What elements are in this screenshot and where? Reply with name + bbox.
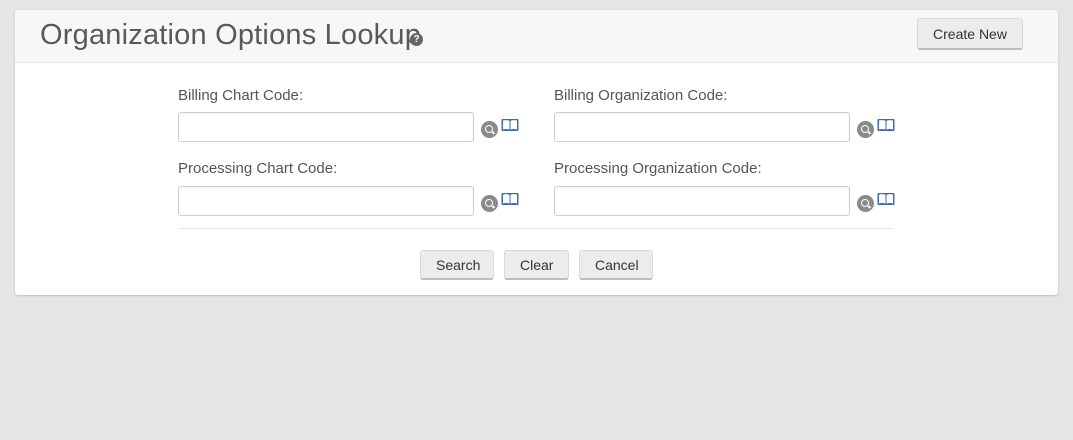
processing-organization-code-book-icon[interactable] (877, 192, 895, 206)
search-button[interactable]: Search (420, 250, 494, 280)
billing-organization-code-search-icon[interactable] (857, 121, 874, 138)
lookup-panel: Organization Options Lookup ? Create New… (15, 10, 1058, 295)
help-icon[interactable]: ? (410, 33, 423, 46)
processing-organization-code-search-icon[interactable] (857, 195, 874, 212)
processing-chart-code-book-icon[interactable] (501, 192, 519, 206)
processing-chart-code-search-icon[interactable] (481, 195, 498, 212)
processing-chart-code-input[interactable] (178, 186, 474, 216)
form-divider (178, 228, 894, 229)
billing-chart-code-search-icon[interactable] (481, 121, 498, 138)
billing-chart-code-input[interactable] (178, 112, 474, 142)
panel-header: Organization Options Lookup ? Create New (15, 10, 1058, 63)
clear-button[interactable]: Clear (504, 250, 569, 280)
billing-chart-code-label: Billing Chart Code: (178, 87, 304, 104)
processing-organization-code-label: Processing Organization Code: (554, 160, 762, 177)
processing-organization-code-input[interactable] (554, 186, 850, 216)
billing-organization-code-book-icon[interactable] (877, 118, 895, 132)
processing-chart-code-label: Processing Chart Code: (178, 160, 338, 177)
create-new-button[interactable]: Create New (917, 18, 1023, 50)
page-title: Organization Options Lookup (40, 19, 422, 51)
billing-chart-code-book-icon[interactable] (501, 118, 519, 132)
billing-organization-code-label: Billing Organization Code: (554, 87, 728, 104)
billing-organization-code-input[interactable] (554, 112, 850, 142)
cancel-button[interactable]: Cancel (579, 250, 653, 280)
